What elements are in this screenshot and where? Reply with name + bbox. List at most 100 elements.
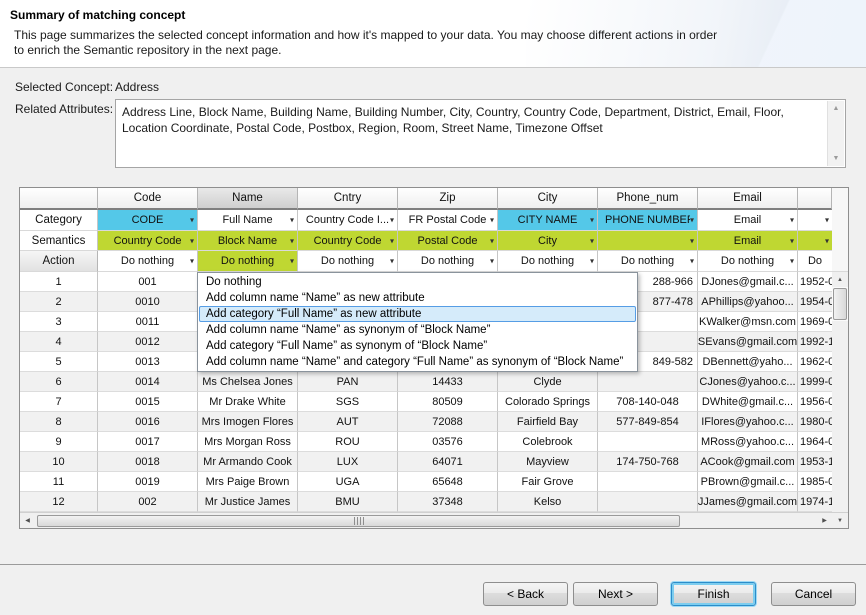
cell-phone[interactable] bbox=[598, 372, 698, 392]
cell-name[interactable]: Mr Justice James bbox=[198, 492, 298, 512]
related-attributes-box[interactable]: Address Line, Block Name, Building Name,… bbox=[115, 99, 846, 168]
menu-item-add-column-name-name-as-synonym-of-block[interactable]: Add column name “Name” as synonym of “Bl… bbox=[199, 322, 636, 338]
cell-cntry[interactable]: UGA bbox=[298, 472, 398, 492]
cell-cntry[interactable]: LUX bbox=[298, 452, 398, 472]
cell-date[interactable]: 1969-0 bbox=[798, 312, 832, 332]
cell-num[interactable]: 2 bbox=[20, 292, 98, 312]
action-combo-do[interactable]: Do▾ bbox=[798, 251, 832, 272]
cell-phone[interactable]: 174-750-768 bbox=[598, 452, 698, 472]
scroll-left-icon[interactable]: ◀ bbox=[20, 513, 35, 528]
cell-city[interactable]: Colebrook bbox=[498, 432, 598, 452]
menu-item-add-category-full-name-as-synonym-of-blo[interactable]: Add category “Full Name” as synonym of “… bbox=[199, 338, 636, 354]
cell-code[interactable]: 0015 bbox=[98, 392, 198, 412]
column-header-email[interactable]: Email bbox=[698, 188, 798, 210]
column-header-col8[interactable] bbox=[798, 188, 832, 210]
vertical-scrollbar-track[interactable] bbox=[832, 321, 848, 512]
cell-name[interactable]: Mr Drake White bbox=[198, 392, 298, 412]
horizontal-scrollbar[interactable]: ◀ ▶ bbox=[20, 512, 832, 528]
cell-code[interactable]: 0010 bbox=[98, 292, 198, 312]
scroll-down-icon[interactable]: ▼ bbox=[833, 151, 840, 166]
category-combo-phone-number[interactable]: PHONE NUMBER▾ bbox=[598, 210, 698, 231]
table-row[interactable]: 80016Mrs Imogen FloresAUT72088Fairfield … bbox=[20, 412, 832, 432]
cell-date[interactable]: 1964-0 bbox=[798, 432, 832, 452]
cell-email[interactable]: CJones@yahoo.c... bbox=[698, 372, 798, 392]
cell-email[interactable]: ACook@gmail.com bbox=[698, 452, 798, 472]
action-combo-do-nothing[interactable]: Do nothing▾ bbox=[398, 251, 498, 272]
cell-code[interactable]: 002 bbox=[98, 492, 198, 512]
cell-name[interactable]: Mrs Imogen Flores bbox=[198, 412, 298, 432]
cell-num[interactable]: 5 bbox=[20, 352, 98, 372]
cell-date[interactable]: 1992-1 bbox=[798, 332, 832, 352]
action-combo-do-nothing[interactable]: Do nothing▾ bbox=[698, 251, 798, 272]
cell-date[interactable]: 1974-1 bbox=[798, 492, 832, 512]
category-combo-code[interactable]: CODE▾ bbox=[98, 210, 198, 231]
table-row[interactable]: 110019Mrs Paige BrownUGA65648Fair GroveP… bbox=[20, 472, 832, 492]
category-combo-full-name[interactable]: Full Name▾ bbox=[198, 210, 298, 231]
action-combo-do-nothing[interactable]: Do nothing▾ bbox=[98, 251, 198, 272]
table-row[interactable]: 90017Mrs Morgan RossROU03576ColebrookMRo… bbox=[20, 432, 832, 452]
cell-num[interactable]: 1 bbox=[20, 272, 98, 292]
column-header-col0[interactable] bbox=[20, 188, 98, 210]
vertical-scrollbar-thumb[interactable] bbox=[833, 288, 847, 320]
table-row[interactable]: 60014Ms Chelsea JonesPAN14433ClydeCJones… bbox=[20, 372, 832, 392]
action-combo-do-nothing[interactable]: Do nothing▾ bbox=[298, 251, 398, 272]
cell-cntry[interactable]: PAN bbox=[298, 372, 398, 392]
menu-item-do-nothing[interactable]: Do nothing bbox=[199, 274, 636, 290]
cell-date[interactable]: 1954-0 bbox=[798, 292, 832, 312]
cell-city[interactable]: Mayview bbox=[498, 452, 598, 472]
cell-phone[interactable] bbox=[598, 472, 698, 492]
cell-num[interactable]: 10 bbox=[20, 452, 98, 472]
cell-city[interactable]: Fair Grove bbox=[498, 472, 598, 492]
finish-button[interactable]: Finish bbox=[671, 582, 756, 606]
cell-date[interactable]: 1956-0 bbox=[798, 392, 832, 412]
cell-code[interactable]: 001 bbox=[98, 272, 198, 292]
semantics-combo-country-code[interactable]: Country Code▾ bbox=[298, 231, 398, 251]
cancel-button[interactable]: Cancel bbox=[771, 582, 856, 606]
cell-num[interactable]: 8 bbox=[20, 412, 98, 432]
horizontal-scrollbar-thumb[interactable] bbox=[37, 515, 680, 527]
cell-city[interactable]: Kelso bbox=[498, 492, 598, 512]
cell-code[interactable]: 0011 bbox=[98, 312, 198, 332]
cell-date[interactable]: 1952-0 bbox=[798, 272, 832, 292]
action-combo-do-nothing[interactable]: Do nothing▾ bbox=[498, 251, 598, 272]
semantics-combo-block-name[interactable]: Block Name▾ bbox=[198, 231, 298, 251]
cell-code[interactable]: 0014 bbox=[98, 372, 198, 392]
menu-item-add-column-name-name-and-category-full-n[interactable]: Add column name “Name” and category “Ful… bbox=[199, 354, 636, 370]
cell-date[interactable]: 1962-0 bbox=[798, 352, 832, 372]
cell-email[interactable]: DWhite@gmail.c... bbox=[698, 392, 798, 412]
cell-city[interactable]: Clyde bbox=[498, 372, 598, 392]
cell-code[interactable]: 0016 bbox=[98, 412, 198, 432]
scroll-up-icon[interactable]: ▲ bbox=[832, 272, 848, 287]
category-combo-city-name[interactable]: CITY NAME▾ bbox=[498, 210, 598, 231]
cell-num[interactable]: 4 bbox=[20, 332, 98, 352]
cell-email[interactable]: IFlores@yahoo.c... bbox=[698, 412, 798, 432]
cell-email[interactable]: JJames@gmail.com bbox=[698, 492, 798, 512]
column-header-zip[interactable]: Zip bbox=[398, 188, 498, 210]
column-header-phone-num[interactable]: Phone_num bbox=[598, 188, 698, 210]
cell-cntry[interactable]: AUT bbox=[298, 412, 398, 432]
related-attributes-scrollbar[interactable]: ▲ ▼ bbox=[827, 101, 844, 166]
cell-email[interactable]: SEvans@gmail.com bbox=[698, 332, 798, 352]
semantics-combo-city[interactable]: City▾ bbox=[498, 231, 598, 251]
column-header-cntry[interactable]: Cntry bbox=[298, 188, 398, 210]
back-button[interactable]: < Back bbox=[483, 582, 568, 606]
category-combo-email[interactable]: Email▾ bbox=[698, 210, 798, 231]
cell-zip[interactable]: 14433 bbox=[398, 372, 498, 392]
cell-email[interactable]: KWalker@msn.com bbox=[698, 312, 798, 332]
table-row[interactable]: 100018Mr Armando CookLUX64071Mayview174-… bbox=[20, 452, 832, 472]
cell-phone[interactable] bbox=[598, 492, 698, 512]
cell-cntry[interactable]: BMU bbox=[298, 492, 398, 512]
next-button[interactable]: Next > bbox=[573, 582, 658, 606]
cell-zip[interactable]: 64071 bbox=[398, 452, 498, 472]
scroll-right-icon[interactable]: ▶ bbox=[817, 513, 832, 528]
cell-cntry[interactable]: SGS bbox=[298, 392, 398, 412]
cell-name[interactable]: Mr Armando Cook bbox=[198, 452, 298, 472]
action-combo-do-nothing[interactable]: Do nothing▾ bbox=[198, 251, 298, 272]
cell-email[interactable]: APhillips@yahoo... bbox=[698, 292, 798, 312]
cell-num[interactable]: 9 bbox=[20, 432, 98, 452]
cell-date[interactable]: 1985-0 bbox=[798, 472, 832, 492]
vertical-scrollbar[interactable]: ▲ ▼ bbox=[832, 188, 848, 528]
cell-date[interactable]: 1999-0 bbox=[798, 372, 832, 392]
cell-code[interactable]: 0018 bbox=[98, 452, 198, 472]
cell-zip[interactable]: 80509 bbox=[398, 392, 498, 412]
